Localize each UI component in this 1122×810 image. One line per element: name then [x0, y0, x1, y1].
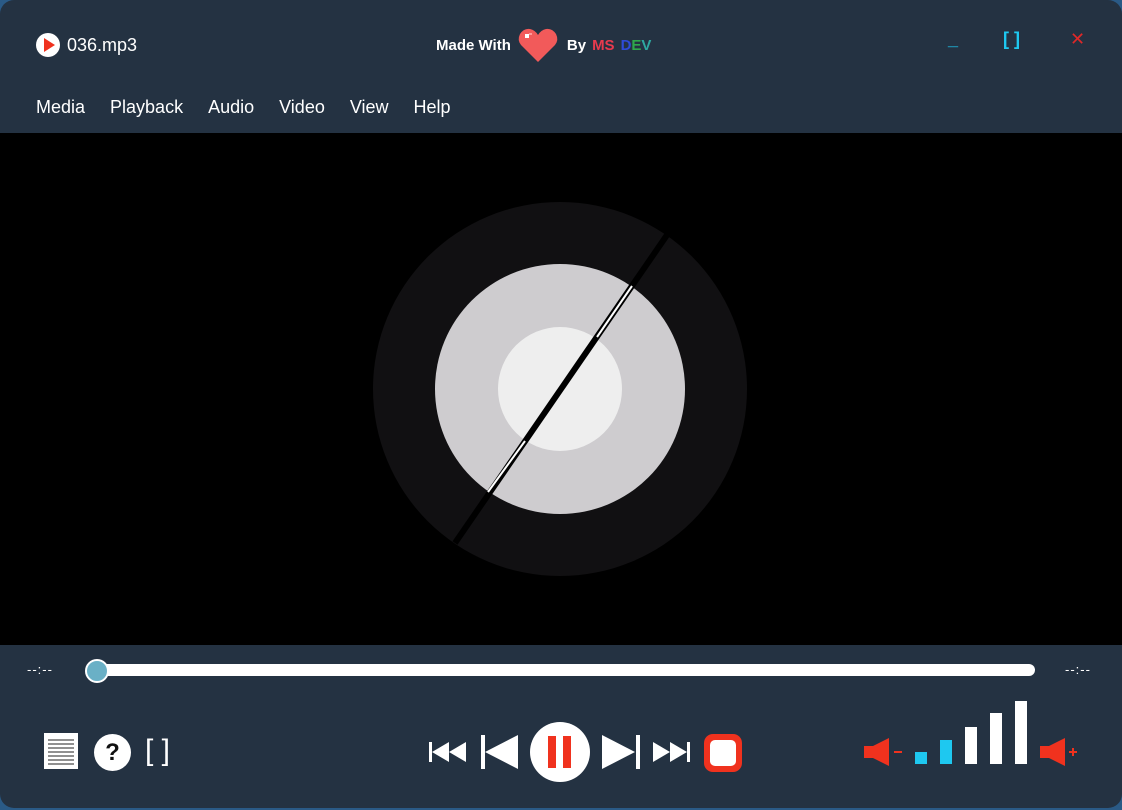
volume-up-icon	[1040, 738, 1077, 766]
play-circle-icon	[36, 33, 60, 57]
previous-button[interactable]	[481, 735, 519, 769]
seek-thumb[interactable]	[85, 659, 109, 683]
d-label: D	[620, 36, 632, 54]
pause-button[interactable]	[530, 722, 590, 782]
ms-label: MS	[592, 36, 615, 54]
menu-help[interactable]: Help	[414, 96, 451, 118]
playlist-icon	[44, 733, 78, 769]
volume-up-button[interactable]	[1040, 738, 1080, 766]
player-window: 036.mp3 Made With By MS D E V _ [ ] ✕ Me…	[0, 0, 1122, 808]
seek-bar[interactable]	[88, 664, 1035, 676]
menu-playback[interactable]: Playback	[110, 96, 183, 118]
next-button[interactable]	[602, 735, 640, 769]
file-name: 036.mp3	[67, 35, 138, 55]
volume-down-icon	[864, 738, 902, 766]
skip-next-icon	[602, 735, 640, 769]
pause-icon	[548, 736, 571, 768]
total-time: --:--	[1065, 662, 1091, 677]
rewind-button[interactable]	[429, 740, 467, 764]
volume-bars	[915, 701, 1027, 764]
close-button[interactable]: ✕	[1070, 28, 1085, 50]
menu-video[interactable]: Video	[279, 96, 325, 118]
stop-icon	[704, 734, 742, 772]
stop-button[interactable]	[704, 734, 742, 772]
elapsed-time: --:--	[27, 662, 53, 677]
credit-banner: Made With By MS D E V	[436, 26, 651, 64]
fast-forward-button[interactable]	[653, 740, 691, 764]
title-bar: 036.mp3 Made With By MS D E V _ [ ] ✕	[0, 0, 1122, 84]
disc-artwork	[373, 202, 747, 576]
rewind-icon	[429, 742, 466, 762]
maximize-button[interactable]: [ ]	[1003, 28, 1020, 50]
video-area	[0, 133, 1122, 645]
menu-media[interactable]: Media	[36, 96, 85, 118]
v-label: V	[641, 36, 652, 54]
heart-icon	[517, 26, 559, 64]
menu-audio[interactable]: Audio	[208, 96, 254, 118]
help-button[interactable]: ?	[94, 734, 131, 771]
e-label: E	[631, 36, 642, 54]
volume-level[interactable]	[915, 700, 1029, 764]
help-icon: ?	[105, 738, 120, 766]
skip-previous-icon	[481, 735, 518, 769]
fullscreen-button[interactable]: [ ]	[145, 733, 170, 769]
fast-forward-icon	[653, 742, 690, 762]
minimize-button[interactable]: _	[948, 28, 958, 50]
made-with-label: Made With	[436, 36, 511, 54]
menu-view[interactable]: View	[350, 96, 389, 118]
volume-down-button[interactable]	[864, 738, 904, 766]
by-label: By	[566, 36, 587, 54]
playlist-button[interactable]	[44, 733, 78, 769]
menu-bar: Media Playback Audio Video View Help	[36, 96, 476, 118]
